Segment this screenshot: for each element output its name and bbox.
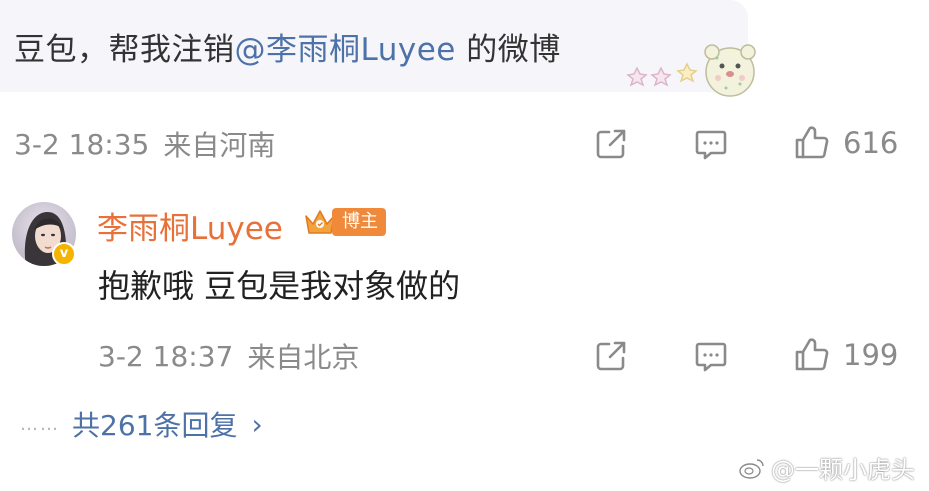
weibo-logo-icon — [739, 458, 764, 479]
watermark: @一颗小虎头 — [739, 450, 915, 485]
watermark-text: @一颗小虎头 — [771, 456, 915, 484]
comment-text-prefix: 豆包，帮我注销 — [14, 32, 235, 68]
share-icon — [596, 129, 626, 159]
share-icon — [596, 341, 626, 371]
like-button[interactable]: 616 — [793, 124, 898, 162]
like-icon — [795, 338, 829, 371]
bear-sticker-icon — [626, 44, 756, 97]
reply-like-count: 199 — [843, 338, 899, 372]
verified-icon: v — [52, 242, 76, 266]
author-badge: 博主 — [332, 208, 386, 236]
reply-meta: 3-2 18:37 来自北京 — [98, 336, 359, 376]
comment-text: 豆包，帮我注销@李雨桐Luyee 的微博 — [14, 24, 561, 69]
reply-location: 来自北京 — [247, 341, 360, 374]
comment-location: 来自河南 — [163, 129, 276, 162]
more-replies-link[interactable]: …… 共261条回复 › — [20, 404, 263, 444]
comment-time: 3-2 18:35 — [14, 127, 150, 161]
like-count: 616 — [843, 126, 899, 160]
share-button[interactable] — [593, 126, 629, 162]
more-replies-dots: …… — [20, 413, 60, 435]
comment-button[interactable] — [693, 126, 729, 162]
reply-like-button[interactable]: 199 — [793, 336, 898, 374]
comment-meta: 3-2 18:35 来自河南 — [14, 124, 275, 164]
reply-time: 3-2 18:37 — [98, 339, 234, 373]
comment-icon — [695, 130, 727, 160]
reply-comment-button[interactable] — [693, 338, 729, 374]
mention-link[interactable]: @李雨桐Luyee — [235, 32, 456, 68]
reply-author-name[interactable]: 李雨桐Luyee — [97, 203, 283, 248]
reply-share-button[interactable] — [593, 338, 629, 374]
chevron-right-icon: › — [251, 407, 263, 441]
like-icon — [795, 126, 829, 159]
reply-text: 抱歉哦 豆包是我对象做的 — [98, 267, 461, 305]
more-replies-label: 共261条回复 — [72, 409, 238, 442]
comment-text-suffix: 的微博 — [455, 32, 561, 68]
weibo-comment-screen: 豆包，帮我注销@李雨桐Luyee 的微博 3-2 18:35 来自河南 616 … — [0, 0, 929, 491]
comment-icon — [695, 342, 727, 372]
